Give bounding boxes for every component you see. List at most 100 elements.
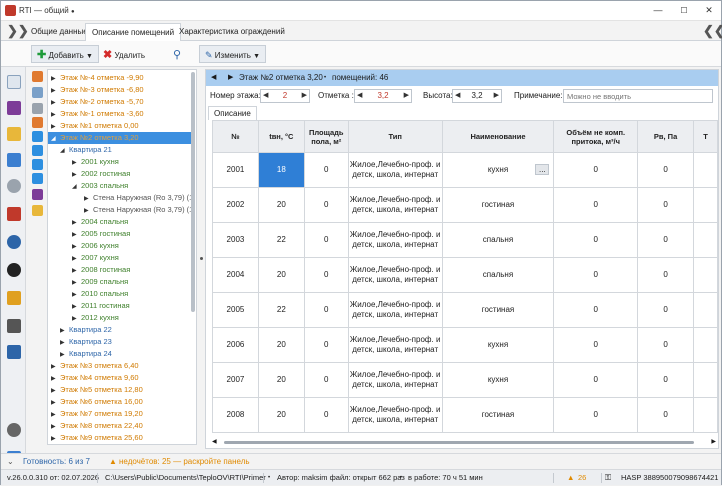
tab-rooms[interactable]: Описание помещений [85, 23, 182, 41]
maximize-button[interactable]: ☐ [675, 4, 693, 17]
tab-description[interactable]: Описание [208, 106, 257, 120]
tree-item[interactable]: ▶ 2002 гостиная [72, 168, 130, 180]
tree-item[interactable]: ▶ Этаж №-1 отметка -3,60 [51, 108, 144, 120]
tree-item[interactable]: ▶ 2009 спальня [72, 276, 128, 288]
table-row[interactable]: 2007 20 0 Жилое,Лечебно-проф. и детск, ш… [212, 362, 718, 398]
col-type[interactable]: Тип [347, 120, 443, 153]
tab-enclosures[interactable]: Характеристика ограждений [173, 23, 291, 41]
tree-item[interactable]: ▶ 2005 гостиная [72, 228, 130, 240]
tree-item[interactable]: ▶ Этаж №-3 отметка -6,80 [51, 84, 144, 96]
cut-doc-icon[interactable] [32, 117, 43, 128]
increment-icon[interactable]: ▶ [404, 90, 409, 102]
copy-icon[interactable] [32, 71, 43, 82]
height-stepper[interactable]: ◀ 3,2 ▶ [452, 89, 502, 103]
tree-item[interactable]: ▶ Квартира 24 [60, 348, 112, 360]
tree-item[interactable]: ◢ Квартира 21 [60, 144, 112, 156]
close-button[interactable]: ✕ [700, 4, 718, 17]
table-row[interactable]: 2006 20 0 Жилое,Лечебно-проф. и детск, ш… [212, 327, 718, 363]
move-bottom-icon[interactable] [32, 173, 43, 184]
warnings-text[interactable]: недочётов: 25 — раскройте панель [119, 454, 250, 469]
tree-item[interactable]: ▶ 2012 кухня [72, 312, 119, 324]
tree-item[interactable]: ◢ 2003 спальня [72, 180, 128, 192]
tree-item[interactable]: ▶ Этаж №-4 отметка -9,90 [51, 72, 144, 84]
tree-item[interactable]: ▶ Этаж №6 отметка 16,00 [51, 396, 143, 408]
table-row[interactable]: 2008 20 0 Жилое,Лечебно-проф. и детск, ш… [212, 397, 718, 433]
folder-small-icon[interactable] [32, 205, 43, 216]
selected-cell[interactable]: 18 [257, 152, 305, 188]
tree-item[interactable]: ▶ Этаж №-2 отметка -5,70 [51, 96, 144, 108]
col-name[interactable]: Наименование [441, 120, 555, 153]
move-up-icon[interactable] [32, 145, 43, 156]
collapse-arrow-icon[interactable]: ◢ [51, 133, 60, 145]
tree-item[interactable]: ▶ 2011 гостиная [72, 300, 130, 312]
edit-button[interactable]: ✎ Изменить ▼ [199, 45, 267, 63]
tree-item[interactable]: ▶ 2007 кухня [72, 252, 119, 264]
tree-item[interactable]: ▶ Стена Наружная (Ro 3,79) (1 [84, 192, 193, 204]
prev-floor-icon[interactable]: ◀ [211, 70, 216, 86]
search-button[interactable]: ⚲ [167, 45, 187, 63]
tree-item[interactable]: ▶ 2004 спальня [72, 216, 128, 228]
settings-gear-icon[interactable] [7, 423, 21, 437]
calculator-icon[interactable] [7, 345, 21, 359]
floor-number-stepper[interactable]: ◀ 2 ▶ [260, 89, 310, 103]
bars-icon[interactable] [7, 207, 21, 221]
new-document-icon[interactable] [7, 75, 21, 89]
horizontal-scrollbar[interactable]: ◀ ▶ [212, 438, 716, 446]
tree-item[interactable]: ▶ 2008 гостиная [72, 264, 130, 276]
tree-item[interactable]: ▶ Квартира 22 [60, 324, 112, 336]
table-row[interactable]: 2004 20 0 Жилое,Лечебно-проф. и детск, ш… [212, 257, 718, 293]
increment-icon[interactable]: ▶ [302, 90, 307, 102]
save-small-icon[interactable] [32, 189, 43, 200]
window-icon[interactable] [7, 291, 21, 305]
tree-item[interactable]: ▶ Этаж №8 отметка 22,40 [51, 420, 143, 432]
table-row[interactable]: 2003 22 0 Жилое,Лечебно-проф. и детск, ш… [212, 222, 718, 258]
table-row[interactable]: 2002 20 0 Жилое,Лечебно-проф. и детск, ш… [212, 187, 718, 223]
minimize-button[interactable]: — [649, 4, 667, 17]
undo-icon[interactable] [7, 179, 21, 193]
collapse-arrow-icon[interactable]: ◢ [60, 145, 69, 157]
tree-item[interactable]: ▶ Этаж №7 отметка 19,20 [51, 408, 143, 420]
collapse-right-icon[interactable]: ❮❮ [703, 23, 722, 39]
scroll-left-icon[interactable]: ◀ [212, 438, 217, 445]
add-button[interactable]: ✚ Добавить ▼ [31, 45, 99, 63]
warnings-count[interactable]: 26 [578, 470, 586, 486]
print-icon[interactable] [7, 319, 21, 333]
col-temperature[interactable]: tвн, °C [257, 120, 305, 153]
tab-general[interactable]: Общие данные [25, 23, 94, 41]
tree-item[interactable]: ▶ Стена Наружная (Ro 3,79) (1 [84, 204, 193, 216]
paste-icon[interactable] [32, 87, 43, 98]
tree-item-selected[interactable]: ◢ Этаж №2 отметка 3,20 [48, 132, 191, 144]
open-folder-icon[interactable] [7, 127, 21, 141]
table-row[interactable]: 2001 18 0 Жилое,Лечебно-проф. и детск, ш… [212, 152, 718, 188]
cell-ellipsis-button[interactable]: ... [535, 164, 550, 175]
scroll-right-icon[interactable]: ▶ [711, 438, 716, 445]
save-icon[interactable] [7, 101, 21, 115]
tree-item[interactable]: ▶ Квартира 23 [60, 336, 112, 348]
delete-button[interactable]: ✖ Удалить [97, 45, 151, 63]
col-number[interactable]: № [212, 120, 259, 153]
table-row[interactable]: 2005 22 0 Жилое,Лечебно-проф. и детск, ш… [212, 292, 718, 328]
collapse-arrow-icon[interactable]: ◢ [72, 181, 81, 193]
ep-icon[interactable] [7, 263, 21, 277]
col-inflow-volume[interactable]: Объём не комп. притока, м³/ч [553, 120, 639, 153]
tree-item[interactable]: ▶ 2001 кухня [72, 156, 119, 168]
cut-icon[interactable] [32, 103, 43, 114]
expand-panel-icon[interactable]: ⌄ [7, 454, 14, 469]
scroll-thumb[interactable] [224, 441, 694, 444]
refresh-icon[interactable] [7, 235, 21, 249]
tree-item[interactable]: ▶ Этаж №1 отметка 0,00 [51, 120, 139, 132]
tree-item[interactable]: ▶ Этаж №4 отметка 9,60 [51, 372, 139, 384]
splitter-handle[interactable] [200, 257, 203, 260]
tree-item[interactable]: ▶ Этаж №9 отметка 25,60 [51, 432, 143, 444]
mark-stepper[interactable]: ◀ 3,2 ▶ [354, 89, 412, 103]
col-t[interactable]: Т [693, 120, 718, 153]
chart-icon[interactable] [7, 153, 21, 167]
tree-item[interactable]: ▶ 2010 спальня [72, 288, 128, 300]
tree-scrollbar[interactable] [191, 72, 195, 312]
col-pressure[interactable]: Pв, Па [637, 120, 694, 153]
note-input[interactable] [563, 89, 713, 103]
col-floor-area[interactable]: Площадь пола, м² [303, 120, 349, 153]
next-floor-icon[interactable]: ▶ [228, 70, 233, 86]
increment-icon[interactable]: ▶ [494, 90, 499, 102]
tree-item[interactable]: ▶ 2006 кухня [72, 240, 119, 252]
